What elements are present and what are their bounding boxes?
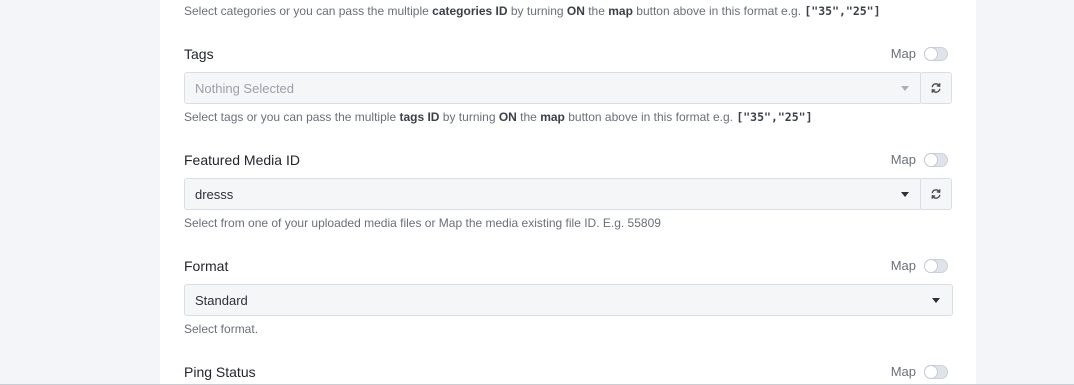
tags-select[interactable]: Nothing Selected <box>184 72 922 104</box>
help-text-part: by turning <box>507 4 567 18</box>
help-emphasis: ON <box>498 110 517 124</box>
chevron-down-icon <box>901 86 909 91</box>
help-text-part: Select tags or you can pass the multiple <box>184 110 400 124</box>
help-text-part: button above in this format e.g. <box>564 110 737 124</box>
format-select[interactable]: Standard <box>184 284 953 316</box>
help-emphasis: tags ID <box>399 110 440 124</box>
format-map-control: Map <box>891 258 948 273</box>
tags-refresh-button[interactable] <box>920 72 952 104</box>
toggle-knob <box>925 365 937 378</box>
featured-media-refresh-button[interactable] <box>920 178 952 210</box>
help-emphasis: categories ID <box>432 4 508 18</box>
help-emphasis: map <box>540 110 565 124</box>
toggle-knob <box>925 47 937 60</box>
map-label: Map <box>890 258 916 273</box>
tags-map-toggle[interactable] <box>924 46 948 61</box>
ping-status-map-control: Map <box>891 364 948 379</box>
tags-select-value: Nothing Selected <box>195 80 295 96</box>
help-text-part: by turning <box>439 110 499 124</box>
featured-media-select[interactable]: dresss <box>184 178 922 210</box>
chevron-down-icon <box>901 192 909 197</box>
format-label: Format <box>184 258 229 274</box>
help-text-part: button above in this format e.g. <box>632 4 805 18</box>
map-label: Map <box>890 152 916 167</box>
featured-media-select-value: dresss <box>195 186 234 202</box>
map-label: Map <box>890 46 916 61</box>
refresh-icon <box>931 83 941 93</box>
format-select-value: Standard <box>195 292 248 308</box>
form-panel: Select categories or you can pass the mu… <box>160 0 976 385</box>
help-text-part: the <box>584 4 609 18</box>
tags-help-text: Select tags or you can pass the multiple… <box>184 110 813 124</box>
format-map-toggle[interactable] <box>924 258 948 273</box>
tags-map-control: Map <box>891 46 948 61</box>
help-text-part: the <box>516 110 541 124</box>
featured-media-map-toggle[interactable] <box>924 152 948 167</box>
help-emphasis: map <box>608 4 633 18</box>
refresh-icon <box>931 189 941 199</box>
toggle-knob <box>925 259 937 272</box>
help-emphasis: ON <box>566 4 585 18</box>
help-code-example: ["35","25"] <box>804 4 881 18</box>
featured-media-help-text: Select from one of your uploaded media f… <box>184 216 661 230</box>
help-code-example: ["35","25"] <box>736 110 813 124</box>
format-help-text: Select format. <box>184 322 259 336</box>
map-label: Map <box>890 364 916 379</box>
ping-status-label: Ping Status <box>184 364 256 380</box>
featured-media-map-control: Map <box>891 152 948 167</box>
tags-label: Tags <box>184 46 214 62</box>
featured-media-label: Featured Media ID <box>184 152 300 168</box>
toggle-knob <box>925 153 937 166</box>
categories-help-text: Select categories or you can pass the mu… <box>184 4 881 18</box>
help-text-part: Select categories or you can pass the mu… <box>184 4 433 18</box>
chevron-down-icon <box>932 298 940 303</box>
ping-status-map-toggle[interactable] <box>924 364 948 379</box>
